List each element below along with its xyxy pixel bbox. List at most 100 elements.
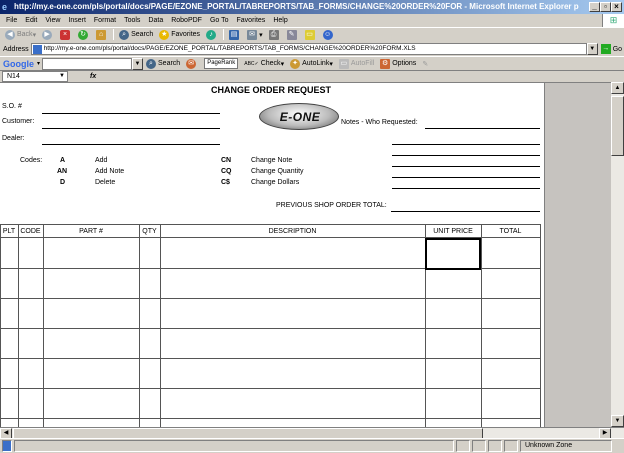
menu-edit[interactable]: Edit <box>21 15 41 27</box>
google-search-label: Search <box>158 60 181 67</box>
menu-view[interactable]: View <box>41 15 64 27</box>
address-input[interactable]: http://my.e-one.com/pls/portal/docs/PAGE… <box>30 43 587 55</box>
google-news-button[interactable]: ✉ <box>183 57 201 70</box>
notes-line-2[interactable] <box>392 144 540 145</box>
logo-text: E-ONE <box>279 110 321 124</box>
edit-icon: ✎ <box>286 29 297 40</box>
code-cn-desc: Change Note <box>251 157 293 164</box>
address-bar: Address http://my.e-one.com/pls/portal/d… <box>0 42 624 56</box>
folder-button[interactable]: ▭ <box>302 28 320 41</box>
scroll-up-button[interactable]: ▲ <box>611 82 624 94</box>
scroll-down-button[interactable]: ▼ <box>611 415 624 427</box>
grid-line <box>0 358 540 359</box>
prev-total-line[interactable] <box>391 211 540 212</box>
zone-label: Unknown Zone <box>525 442 573 449</box>
status-pane-progress <box>456 440 470 452</box>
address-dropdown[interactable]: ▼ <box>586 43 598 55</box>
menu-insert[interactable]: Insert <box>64 15 90 27</box>
folder-icon: ▭ <box>304 29 315 40</box>
grid-line <box>0 328 540 329</box>
pencil-button[interactable]: ✎ <box>419 57 431 70</box>
menu-format[interactable]: Format <box>90 15 120 27</box>
notes-line-6[interactable] <box>392 188 540 189</box>
horizontal-scrollbar[interactable]: ◀ ▶ <box>0 427 624 439</box>
stop-icon: × <box>60 29 71 40</box>
grid-line <box>540 224 541 427</box>
notes-line-1[interactable] <box>425 128 540 129</box>
spellcheck-button[interactable]: ABC✓ Check ▾ <box>241 57 287 70</box>
media-button[interactable]: ♪ <box>203 28 221 41</box>
back-button[interactable]: ◀ Back ▾ <box>2 28 39 41</box>
search-label: Search <box>131 31 154 38</box>
notes-line-3[interactable] <box>392 155 540 156</box>
search-button[interactable]: ⌕ Search <box>116 28 156 41</box>
menu-favorites[interactable]: Favorites <box>233 15 270 27</box>
customer-field-line[interactable] <box>42 128 220 129</box>
ie-icon: e <box>2 2 8 12</box>
google-search-dropdown[interactable]: ▼ <box>132 57 144 70</box>
google-search-input[interactable] <box>42 57 133 70</box>
notes-line-4[interactable] <box>392 166 540 167</box>
favorites-button[interactable]: ★ Favorites <box>156 28 203 41</box>
google-dropdown-icon[interactable]: ▾ <box>37 60 40 67</box>
mail-icon: ✉ <box>247 29 258 40</box>
code-cdollar: C$ <box>221 179 230 186</box>
menu-file[interactable]: File <box>2 15 21 27</box>
news-icon: ✉ <box>186 58 197 69</box>
col-header-plt: PLT <box>2 228 16 235</box>
go-button[interactable]: → Go <box>600 44 622 54</box>
minimize-button[interactable]: _ <box>589 2 600 12</box>
so-label: S.O. # <box>2 103 22 110</box>
print-button[interactable]: ⎙ <box>266 28 284 41</box>
formula-bar: N14 ▼ fx <box>0 70 624 82</box>
grid-line <box>0 388 540 389</box>
refresh-button[interactable]: ↻ <box>75 28 93 41</box>
stop-button[interactable]: × <box>57 28 75 41</box>
vertical-scroll-thumb[interactable] <box>611 96 624 156</box>
google-search-button[interactable]: ⌕ Search <box>143 57 183 70</box>
star-icon: ★ <box>159 29 170 40</box>
autolink-button[interactable]: ✦ AutoLink ▾ <box>287 57 336 70</box>
address-label: Address <box>3 45 29 53</box>
edit-button[interactable]: ✎ <box>284 28 302 41</box>
col-header-description: DESCRIPTION <box>268 228 317 235</box>
spreadsheet-area[interactable]: CHANGE ORDER REQUEST S.O. # Customer: De… <box>0 82 611 427</box>
pagerank-indicator[interactable]: PageRank <box>201 57 241 70</box>
home-button[interactable]: ⌂ <box>93 28 111 41</box>
windows-logo-icon: ⊞ <box>602 14 624 27</box>
namebox-dropdown-icon[interactable]: ▼ <box>59 72 65 81</box>
mail-button[interactable]: ✉ ▾ <box>244 28 266 41</box>
col-header-part: PART # <box>79 228 103 235</box>
menu-data[interactable]: Data <box>144 15 167 27</box>
options-button[interactable]: ⚙ Options <box>377 57 419 70</box>
status-pane-extra2 <box>504 440 518 452</box>
menu-robopdf[interactable]: RoboPDF <box>167 15 206 27</box>
vertical-scrollbar[interactable]: ▲ ▼ <box>611 82 624 427</box>
autolink-label: AutoLink <box>302 60 330 67</box>
name-box[interactable]: N14 ▼ <box>2 71 68 82</box>
forward-button[interactable]: ▶ <box>39 28 57 41</box>
security-zone: Unknown Zone <box>520 440 612 452</box>
maximize-button[interactable]: ▫ <box>600 2 611 12</box>
so-field-line[interactable] <box>42 113 220 114</box>
grid-line <box>0 224 540 225</box>
items-grid[interactable]: PLT CODE PART # QTY DESCRIPTION UNIT PRI… <box>0 224 542 427</box>
google-logo[interactable]: Google <box>3 59 34 69</box>
code-a-desc: Add <box>95 157 108 164</box>
menu-help[interactable]: Help <box>269 15 291 27</box>
dealer-field-line[interactable] <box>42 144 220 145</box>
autofill-button[interactable]: ▭ AutoFill <box>336 57 377 70</box>
history-button[interactable]: ▤ <box>226 28 244 41</box>
menu-tools[interactable]: Tools <box>120 15 144 27</box>
media-icon: ♪ <box>206 29 217 40</box>
grid-line <box>0 298 540 299</box>
notes-line-5[interactable] <box>392 177 540 178</box>
notes-label: Notes - Who Requested: <box>341 119 418 126</box>
menu-goto[interactable]: Go To <box>206 15 233 27</box>
messenger-button[interactable]: ☺ <box>320 28 338 41</box>
cell-reference: N14 <box>7 73 20 80</box>
close-button[interactable]: × <box>611 2 622 12</box>
selected-cell[interactable] <box>425 238 481 270</box>
grid-line <box>481 224 482 427</box>
grid-line <box>0 418 540 419</box>
